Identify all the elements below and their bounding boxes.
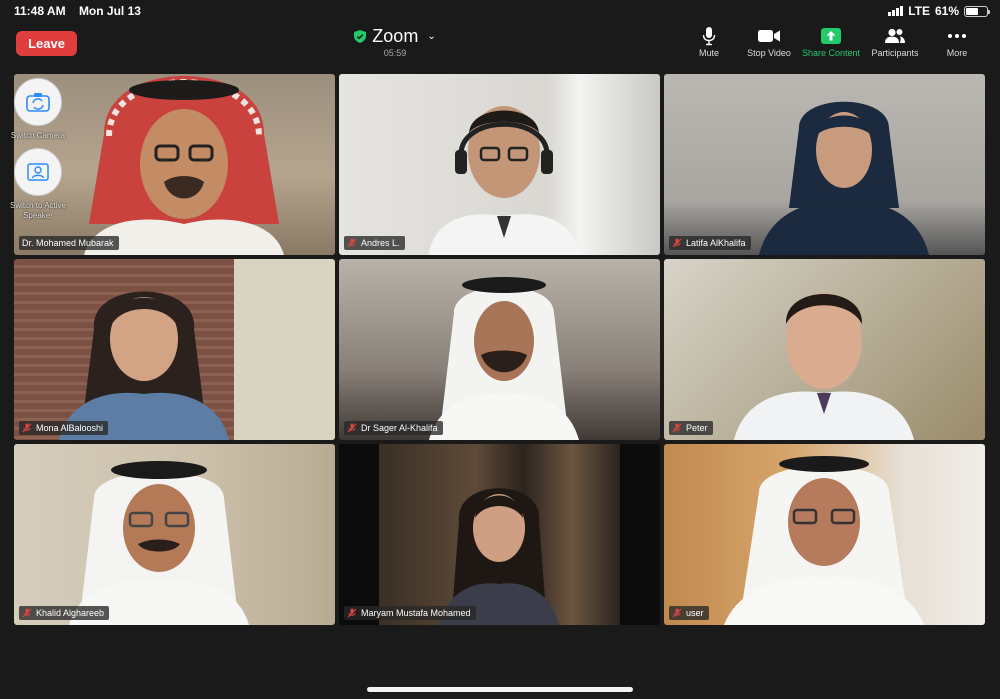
participant-video — [724, 269, 924, 440]
video-tile[interactable]: Andres L. — [339, 74, 660, 255]
participant-name: Peter — [686, 423, 708, 433]
participant-video — [759, 88, 929, 255]
participant-name: Latifa AlKhalifa — [686, 238, 746, 248]
more-button[interactable]: More — [928, 26, 986, 58]
participant-name: Mona AlBalooshi — [36, 423, 104, 433]
share-content-label: Share Content — [801, 48, 861, 58]
participant-nametag: Maryam Mustafa Mohamed — [344, 606, 476, 620]
active-speaker-icon — [27, 163, 49, 181]
app-title: Zoom — [372, 26, 419, 46]
participant-nametag: Andres L. — [344, 236, 405, 250]
participant-video — [64, 458, 254, 625]
mic-muted-icon — [22, 423, 32, 433]
participant-name: user — [686, 608, 704, 618]
participant-video — [54, 269, 234, 440]
shield-check-icon — [354, 30, 367, 43]
switch-camera-icon — [26, 93, 50, 112]
mic-muted-icon — [672, 238, 682, 248]
battery-percent: 61% — [934, 4, 959, 18]
switch-active-speaker-button[interactable] — [14, 148, 62, 196]
mic-muted-icon — [347, 608, 357, 618]
meeting-toolbar: Leave Zoom ⌄ 05:59 Mute Stop Video Share… — [0, 22, 1000, 66]
video-tile[interactable]: Latifa AlKhalifa — [664, 74, 985, 255]
mic-muted-icon — [22, 608, 32, 618]
participant-video — [429, 88, 579, 255]
microphone-icon — [702, 26, 716, 45]
cellular-signal-icon — [888, 6, 904, 16]
stop-video-label: Stop Video — [747, 48, 791, 58]
more-label: More — [946, 48, 968, 58]
home-indicator[interactable] — [367, 687, 633, 692]
video-tile[interactable]: Khalid Alghareeb — [14, 444, 335, 625]
participant-nametag: Peter — [669, 421, 713, 435]
participant-nametag: Khalid Alghareeb — [19, 606, 110, 620]
video-tile[interactable]: Peter — [664, 259, 985, 440]
participant-name: Andres L. — [361, 238, 400, 248]
participant-nametag: user — [669, 606, 709, 620]
meeting-timer: 05:59 — [383, 48, 407, 58]
participant-name: Khalid Alghareeb — [36, 608, 105, 618]
participant-nametag: Dr. Mohamed Mubarak — [19, 236, 119, 250]
participant-name: Maryam Mustafa Mohamed — [361, 608, 471, 618]
participant-video — [429, 472, 569, 625]
video-tile[interactable]: Maryam Mustafa Mohamed — [339, 444, 660, 625]
participant-video — [419, 273, 589, 440]
leave-button[interactable]: Leave — [16, 31, 77, 56]
participant-video — [74, 74, 294, 255]
status-bar: 11:48 AM Mon Jul 13 LTE 61% — [0, 0, 1000, 22]
participants-icon — [885, 28, 905, 43]
mic-muted-icon — [347, 423, 357, 433]
participant-name: Dr Sager Al-Khalifa — [361, 423, 438, 433]
mic-muted-icon — [672, 608, 682, 618]
status-date: Mon Jul 13 — [78, 4, 141, 18]
battery-icon — [964, 5, 990, 17]
share-screen-icon — [821, 28, 841, 44]
switch-camera-label: Switch Camera — [10, 131, 66, 140]
participants-button[interactable]: Participants — [864, 26, 926, 58]
meeting-title-dropdown[interactable]: Zoom ⌄ 05:59 — [345, 26, 445, 58]
stop-video-button[interactable]: Stop Video — [740, 26, 798, 58]
video-camera-icon — [758, 30, 780, 42]
participants-label: Participants — [871, 48, 919, 58]
network-label: LTE — [908, 4, 930, 18]
participant-video — [714, 452, 934, 625]
participant-nametag: Mona AlBalooshi — [19, 421, 109, 435]
chevron-down-icon: ⌄ — [427, 31, 436, 42]
video-gallery: Dr. Mohamed Mubarak Andres L. Latifa AlK… — [14, 74, 986, 626]
video-tile[interactable]: user — [664, 444, 985, 625]
video-tile[interactable]: Dr Sager Al-Khalifa — [339, 259, 660, 440]
mic-muted-icon — [672, 423, 682, 433]
switch-active-speaker-label: Switch to Active Speaker — [9, 201, 67, 220]
mute-button[interactable]: Mute — [680, 26, 738, 58]
video-tile[interactable]: Dr. Mohamed Mubarak — [14, 74, 335, 255]
share-content-button[interactable]: Share Content — [800, 26, 862, 58]
participant-nametag: Dr Sager Al-Khalifa — [344, 421, 443, 435]
status-time: 11:48 AM — [14, 4, 66, 18]
switch-camera-button[interactable] — [14, 78, 62, 126]
participant-nametag: Latifa AlKhalifa — [669, 236, 751, 250]
mute-label: Mute — [698, 48, 719, 58]
mic-muted-icon — [347, 238, 357, 248]
participant-name: Dr. Mohamed Mubarak — [22, 238, 114, 248]
more-dots-icon — [948, 34, 966, 38]
video-tile[interactable]: Mona AlBalooshi — [14, 259, 335, 440]
